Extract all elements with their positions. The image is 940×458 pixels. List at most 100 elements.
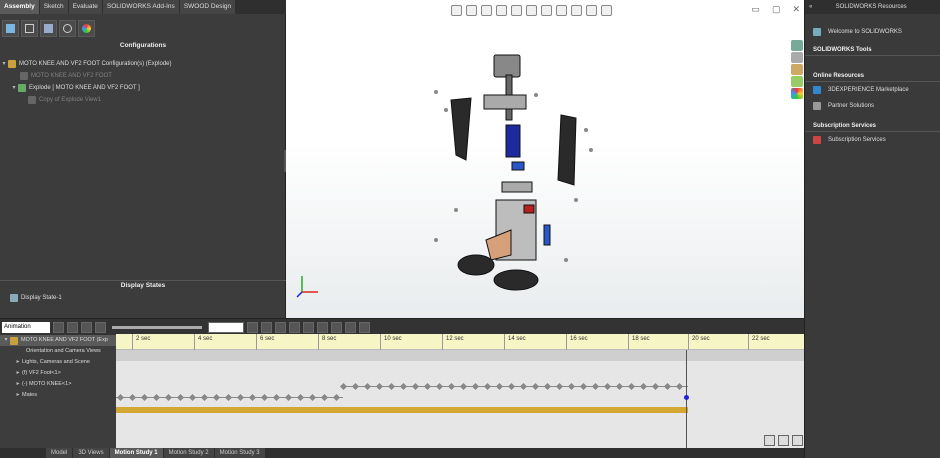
keyframe[interactable] <box>507 382 516 391</box>
solidworks-tools-header[interactable]: SOLIDWORKS Tools <box>805 44 940 56</box>
keyframe[interactable] <box>152 393 161 402</box>
keyframe[interactable] <box>483 382 492 391</box>
keyframe[interactable] <box>447 382 456 391</box>
keyframe[interactable] <box>579 382 588 391</box>
spring-icon[interactable] <box>317 321 328 333</box>
keyframe[interactable] <box>260 393 269 402</box>
tab-model[interactable]: Model <box>46 448 73 458</box>
resources-tab-icon[interactable] <box>791 40 803 51</box>
keyframe[interactable] <box>531 382 540 391</box>
feature-manager-tab[interactable] <box>2 20 19 37</box>
tree-explode[interactable]: ▾ Explode [ MOTO KNEE AND VF2 FOOT ] <box>0 82 286 94</box>
online-resources-header[interactable]: Online Resources <box>805 70 940 82</box>
keyframe[interactable] <box>663 382 672 391</box>
keyframe[interactable] <box>519 382 528 391</box>
exploded-assembly-model[interactable] <box>416 40 616 300</box>
keyframe[interactable] <box>423 382 432 391</box>
keyframe[interactable] <box>351 382 360 391</box>
tab-assembly[interactable]: Assembly <box>0 0 39 14</box>
zoom-fit-icon[interactable] <box>792 435 803 446</box>
dimxpert-tab[interactable] <box>59 20 76 37</box>
keyframe[interactable] <box>176 393 185 402</box>
tab-solidworks-add-ins[interactable]: SOLIDWORKS Add-Ins <box>102 0 179 14</box>
keyframe[interactable] <box>332 393 341 402</box>
keyframe[interactable] <box>435 382 444 391</box>
keyframe[interactable] <box>284 393 293 402</box>
welcome-link[interactable]: Welcome to SOLIDWORKS <box>805 24 940 40</box>
appearances-tab-icon[interactable] <box>791 88 803 99</box>
view-orientation-icon[interactable] <box>526 4 537 16</box>
zoom-out-icon[interactable] <box>778 435 789 446</box>
keyframe[interactable] <box>272 393 281 402</box>
motion-tree-item[interactable]: ▸ (f) VF2 Foot<1> <box>0 368 116 379</box>
autokey-icon[interactable] <box>275 321 286 333</box>
tab-swood-design[interactable]: SWOOD Design <box>179 0 236 14</box>
keyframe[interactable] <box>236 393 245 402</box>
keyframe[interactable] <box>471 382 480 391</box>
collapse-icon[interactable]: ▾ <box>10 82 18 94</box>
add-key-icon[interactable] <box>289 321 300 333</box>
keyframe[interactable] <box>543 382 552 391</box>
motion-tree-root[interactable]: ▾ MOTO KNEE AND VF2 FOOT (Exp <box>0 335 116 346</box>
apply-scene-icon[interactable] <box>586 4 597 16</box>
zoom-in-icon[interactable] <box>764 435 775 446</box>
motor-icon[interactable] <box>303 321 314 333</box>
keyframe[interactable] <box>200 393 209 402</box>
keyframe[interactable] <box>140 393 149 402</box>
keyframe[interactable] <box>675 382 684 391</box>
keyframe[interactable] <box>375 382 384 391</box>
hide-show-items-icon[interactable] <box>556 4 567 16</box>
zoom-fit-icon[interactable] <box>451 4 462 16</box>
mates-time-bar[interactable] <box>116 407 688 413</box>
contact-icon[interactable] <box>331 321 342 333</box>
display-manager-tab[interactable] <box>78 20 95 37</box>
expand-icon[interactable]: ▸ <box>14 379 22 390</box>
playback-speed-slider[interactable] <box>112 325 202 329</box>
edit-appearance-icon[interactable] <box>571 4 582 16</box>
motion-tree-item[interactable]: Orientation and Camera Views <box>0 346 116 357</box>
view-settings-icon[interactable] <box>601 4 612 16</box>
motion-timeline[interactable]: 2 sec 4 sec 6 sec 8 sec 10 sec 12 sec 14… <box>116 334 804 449</box>
collapse-icon[interactable]: ▾ <box>2 335 10 346</box>
play-icon[interactable] <box>81 321 92 333</box>
tree-config-default[interactable]: MOTO KNEE AND VF2 FOOT <box>0 70 286 82</box>
design-library-tab-icon[interactable] <box>791 52 803 63</box>
property-manager-tab[interactable] <box>21 20 38 37</box>
keyframe[interactable] <box>591 382 600 391</box>
keyframe[interactable] <box>320 393 329 402</box>
keyframe[interactable] <box>495 382 504 391</box>
keyframe[interactable] <box>399 382 408 391</box>
keyframe[interactable] <box>164 393 173 402</box>
tab-evaluate[interactable]: Evaluate <box>68 0 102 14</box>
tree-root[interactable]: ▾ MOTO KNEE AND VF2 FOOT Configuration(s… <box>0 58 286 70</box>
keyframe[interactable] <box>308 393 317 402</box>
keyframe[interactable] <box>339 382 348 391</box>
playback-mode-select[interactable] <box>208 321 244 333</box>
playhead-key[interactable] <box>684 395 689 400</box>
stop-icon[interactable] <box>95 321 106 333</box>
graphics-area[interactable]: ▭ ▢ ✕ <box>286 0 804 318</box>
configuration-manager-tab[interactable] <box>40 20 57 37</box>
partner-solutions-link[interactable]: Partner Solutions <box>805 98 940 114</box>
display-state-item[interactable]: Display State-1 <box>10 292 62 304</box>
expand-icon[interactable]: ▸ <box>14 368 22 379</box>
keyframe[interactable] <box>459 382 468 391</box>
keyframe[interactable] <box>615 382 624 391</box>
file-explorer-tab-icon[interactable] <box>791 64 803 75</box>
animation-wizard-icon[interactable] <box>261 321 272 333</box>
keyframe[interactable] <box>603 382 612 391</box>
motion-tree-item[interactable]: ▸ Mates <box>0 390 116 401</box>
keyframe[interactable] <box>116 393 125 402</box>
tab-motion-study-2[interactable]: Motion Study 2 <box>163 448 214 458</box>
keyframe[interactable] <box>128 393 137 402</box>
tab-sketch[interactable]: Sketch <box>39 0 68 14</box>
keyframe[interactable] <box>224 393 233 402</box>
keyframe[interactable] <box>387 382 396 391</box>
keyframe[interactable] <box>627 382 636 391</box>
collapse-pane-icon[interactable]: « <box>809 0 812 14</box>
calculate-icon[interactable] <box>53 321 64 333</box>
keyframe[interactable] <box>248 393 257 402</box>
subscription-link[interactable]: Subscription Services <box>805 132 940 148</box>
previous-view-icon[interactable] <box>481 4 492 16</box>
keyframe[interactable] <box>555 382 564 391</box>
